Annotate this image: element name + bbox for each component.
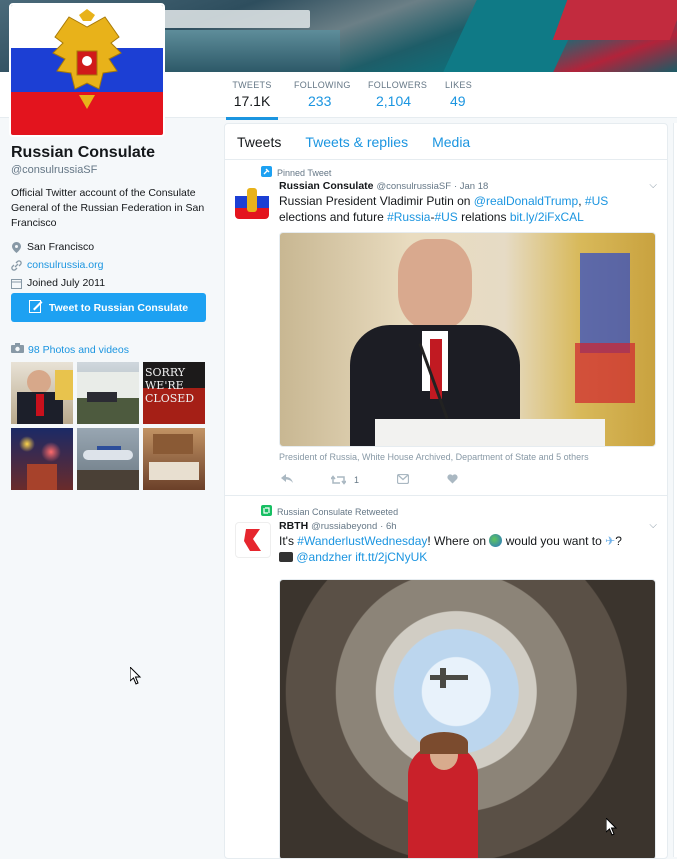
- stat-label: LIKES: [445, 80, 473, 90]
- stat-value: 2,104: [376, 93, 412, 109]
- tweet-text: Russian President Vladimir Putin on @rea…: [279, 194, 609, 224]
- photo-thumbnail[interactable]: [11, 362, 73, 424]
- stat-likes[interactable]: LIKES 49: [445, 80, 472, 117]
- website-link[interactable]: consulrussia.org: [27, 259, 103, 271]
- pinned-context: Pinned Tweet: [261, 166, 331, 179]
- tweet-item[interactable]: Russian Consulate Retweeted ⌵ RBTH @russ…: [225, 496, 667, 858]
- tweet-photo[interactable]: [279, 579, 656, 858]
- stat-value: 233: [308, 93, 332, 109]
- tweet-author-name[interactable]: RBTH: [279, 520, 308, 532]
- profile-avatar[interactable]: [9, 3, 165, 137]
- retweet-count: 1: [354, 475, 360, 485]
- camera-emoji-icon: [279, 552, 293, 562]
- coat-of-arms-icon: [52, 9, 122, 109]
- stat-label: FOLLOWING: [294, 80, 351, 90]
- tab-tweets[interactable]: Tweets: [225, 124, 293, 159]
- chevron-down-icon[interactable]: ⌵: [649, 520, 657, 531]
- mouse-cursor-icon: [606, 818, 618, 836]
- profile-joined: Joined July 2011: [11, 277, 211, 289]
- stat-label: TWEETS: [232, 80, 272, 90]
- dm-icon[interactable]: [396, 473, 410, 487]
- link-icon: [11, 259, 22, 271]
- globe-emoji-icon: [489, 534, 503, 547]
- retweet-icon: [331, 475, 346, 485]
- tweet-timestamp[interactable]: · Jan 18: [454, 181, 488, 192]
- reply-icon[interactable]: [281, 473, 293, 487]
- hashtag-link[interactable]: #Russia: [387, 210, 430, 224]
- tweet-item[interactable]: Pinned Tweet ⌵ Russian Consulate @consul…: [225, 160, 667, 496]
- sign-text: SORRY WE'RE CLOSED: [145, 366, 195, 405]
- calendar-icon: [11, 278, 22, 289]
- tweet-actions: 1: [281, 473, 458, 487]
- tweet-photo[interactable]: [279, 232, 656, 447]
- stat-tweets[interactable]: TWEETS 17.1K: [226, 80, 278, 120]
- tweet-timestamp[interactable]: · 6h: [380, 521, 396, 532]
- location-text: San Francisco: [27, 241, 95, 253]
- photo-thumbnail[interactable]: [77, 428, 139, 490]
- tab-tweets-replies[interactable]: Tweets & replies: [293, 124, 420, 159]
- pin-icon: [261, 166, 272, 179]
- tweet-text: It's #WanderlustWednesday! Where on woul…: [279, 534, 622, 564]
- tweet-avatar[interactable]: [235, 522, 271, 558]
- chevron-down-icon[interactable]: ⌵: [649, 180, 657, 191]
- stat-value: 49: [450, 93, 466, 109]
- profile-location: San Francisco: [11, 241, 211, 253]
- hashtag-link[interactable]: #US: [585, 194, 608, 208]
- profile-name[interactable]: Russian Consulate: [11, 144, 211, 162]
- tweet-stream: Tweets Tweets & replies Media Pinned Twe…: [224, 123, 668, 859]
- retweet-button[interactable]: 1: [331, 475, 359, 485]
- compose-icon: [28, 299, 43, 316]
- photo-thumbnail[interactable]: [143, 428, 205, 490]
- airplane-emoji-icon: ✈: [605, 534, 616, 548]
- tab-media[interactable]: Media: [420, 124, 482, 159]
- location-pin-icon: [11, 241, 22, 253]
- tweet-author-handle[interactable]: @consulrussiaSF: [376, 181, 451, 192]
- like-heart-icon[interactable]: [447, 473, 458, 487]
- tweet-header: RBTH @russiabeyond · 6h: [279, 520, 649, 532]
- photos-label: 98 Photos and videos: [28, 343, 129, 356]
- photos-videos-link[interactable]: 98 Photos and videos: [11, 343, 129, 356]
- camera-icon: [11, 343, 24, 356]
- retweet-label: Russian Consulate Retweeted: [277, 506, 399, 517]
- hashtag-link[interactable]: #US: [434, 210, 457, 224]
- url-link[interactable]: ift.tt/2jCNyUK: [355, 550, 427, 564]
- stat-value: 17.1K: [233, 93, 271, 109]
- retweet-context: Russian Consulate Retweeted: [261, 505, 398, 518]
- photo-thumbnail[interactable]: SORRY WE'RE CLOSED: [143, 362, 205, 424]
- tweet-author-handle[interactable]: @russiabeyond: [311, 521, 377, 532]
- tweet-to-label: Tweet to Russian Consulate: [48, 301, 189, 314]
- rbth-logo-icon: [244, 529, 261, 551]
- tagged-users[interactable]: President of Russia, White House Archive…: [279, 452, 589, 462]
- pinned-label: Pinned Tweet: [277, 167, 332, 178]
- profile-website: consulrussia.org: [11, 259, 211, 271]
- profile-card: Russian Consulate @consulrussiaSF Offici…: [11, 144, 211, 289]
- mention-link[interactable]: @andzher: [296, 550, 352, 564]
- right-column-edge: [673, 123, 677, 857]
- tweet-to-button[interactable]: Tweet to Russian Consulate: [11, 293, 206, 322]
- photo-thumbnail[interactable]: [11, 428, 73, 490]
- timeline-tabs: Tweets Tweets & replies Media: [225, 124, 667, 160]
- url-link[interactable]: bit.ly/2iFxCAL: [510, 210, 584, 224]
- tweet-avatar[interactable]: [235, 185, 269, 219]
- stat-label: FOLLOWERS: [368, 80, 428, 90]
- retweet-icon: [261, 505, 272, 518]
- stat-followers[interactable]: FOLLOWERS 2,104: [368, 80, 427, 117]
- profile-handle[interactable]: @consulrussiaSF: [11, 164, 211, 176]
- joined-text: Joined July 2011: [27, 277, 106, 289]
- tweet-author-name[interactable]: Russian Consulate: [279, 180, 374, 192]
- tweet-header: Russian Consulate @consulrussiaSF · Jan …: [279, 180, 649, 192]
- stat-following[interactable]: FOLLOWING 233: [294, 80, 351, 117]
- mouse-cursor-icon: [130, 667, 142, 685]
- hashtag-link[interactable]: #WanderlustWednesday: [297, 534, 427, 548]
- photo-thumbnail[interactable]: [77, 362, 139, 424]
- profile-bio: Official Twitter account of the Consulat…: [11, 187, 205, 229]
- mention-link[interactable]: @realDonaldTrump: [474, 194, 578, 208]
